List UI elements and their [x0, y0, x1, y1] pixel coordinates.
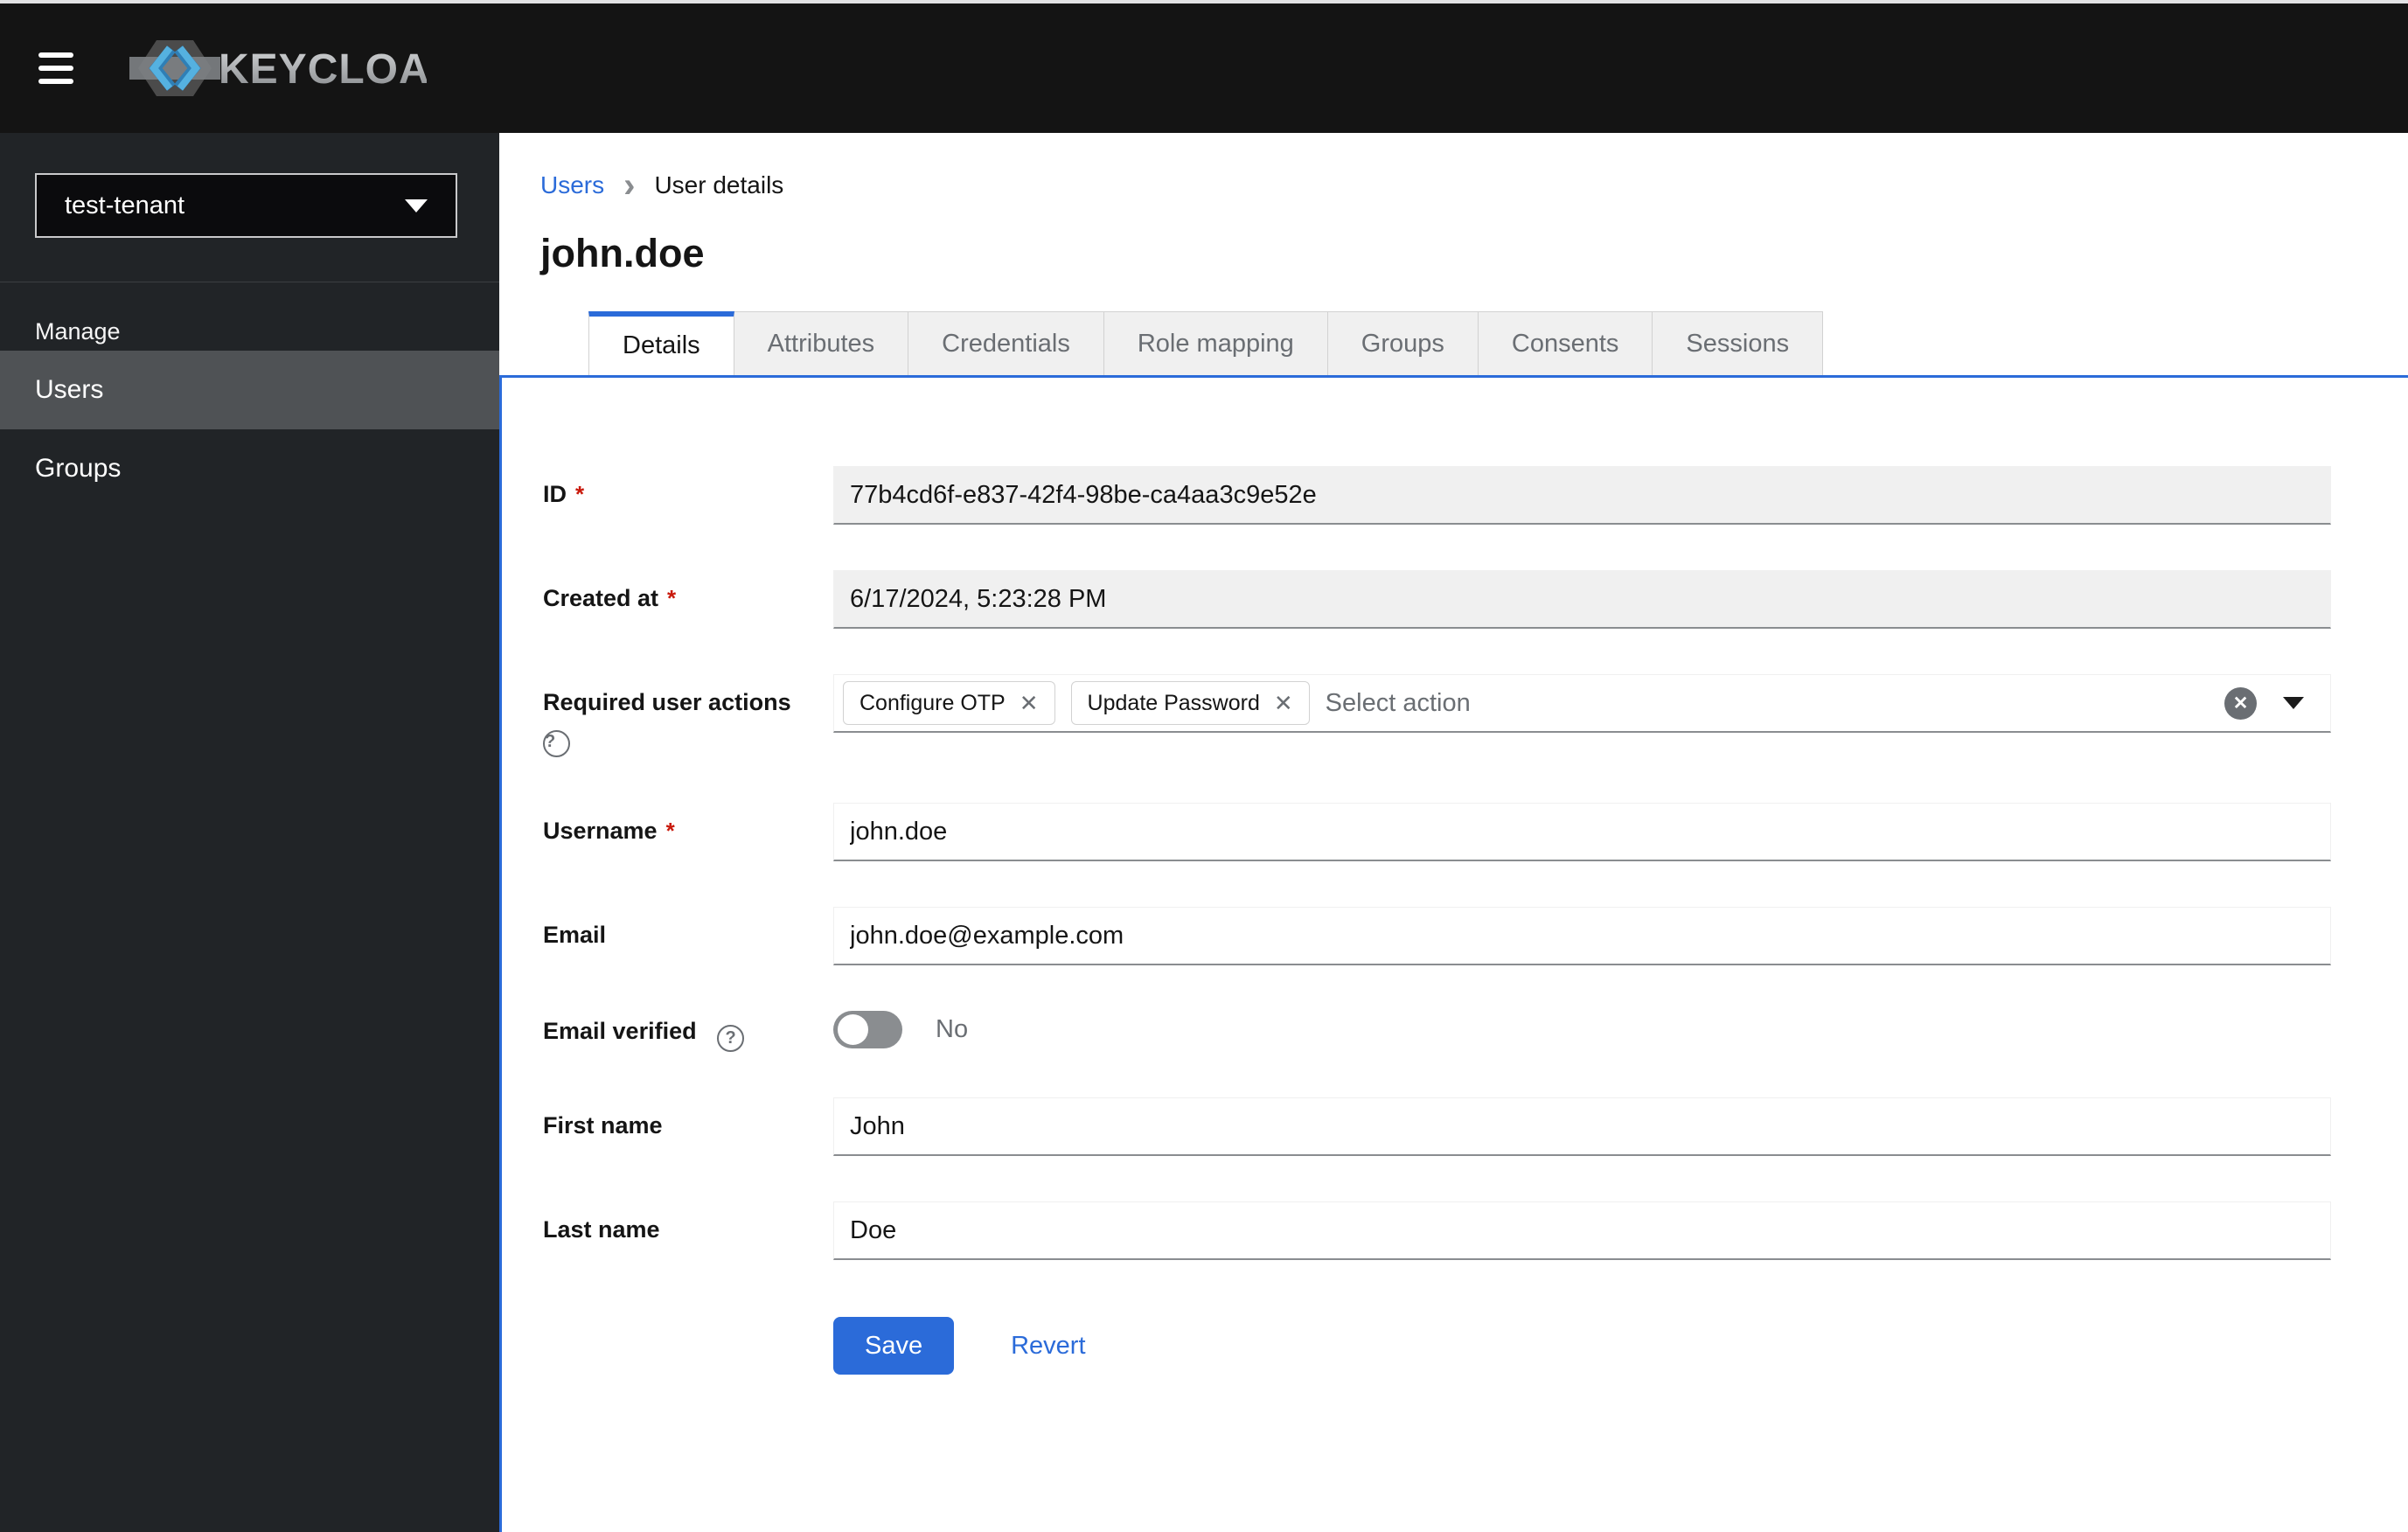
hamburger-icon: [38, 66, 73, 71]
sidebar-nav: Users Groups: [0, 351, 499, 508]
clear-selections-button[interactable]: ✕: [2224, 686, 2257, 720]
form-row-first-name: First name: [543, 1097, 2331, 1156]
required-user-actions-label: Required user actions ?: [543, 674, 833, 757]
tab-sessions[interactable]: Sessions: [1653, 311, 1824, 375]
form-row-required-user-actions: Required user actions ? Configure OTP ✕ …: [543, 674, 2331, 757]
tab-bar: Details Attributes Credentials Role mapp…: [499, 311, 2408, 375]
select-action-input[interactable]: [1325, 688, 2224, 718]
tab-credentials[interactable]: Credentials: [908, 311, 1104, 375]
realm-name: test-tenant: [65, 191, 185, 219]
chip-update-password[interactable]: Update Password ✕: [1070, 681, 1310, 725]
caret-down-icon[interactable]: [2283, 697, 2304, 709]
clear-x-icon: ✕: [2232, 693, 2249, 714]
sidebar-item-label: Users: [35, 375, 104, 404]
form-row-created-at: Created at *: [543, 570, 2331, 629]
tab-attributes[interactable]: Attributes: [734, 311, 909, 375]
tab-label: Attributes: [767, 329, 875, 358]
required-asterisk: *: [667, 585, 677, 611]
chip-close-icon[interactable]: ✕: [1274, 690, 1293, 717]
tab-label: Role mapping: [1137, 329, 1294, 358]
save-button[interactable]: Save: [833, 1317, 955, 1375]
email-verified-toggle[interactable]: [833, 1011, 902, 1048]
required-user-actions-multiselect[interactable]: Configure OTP ✕ Update Password ✕ ✕: [833, 674, 2331, 733]
form-row-id: ID *: [543, 466, 2331, 525]
toggle-state-label: No: [936, 1015, 969, 1043]
chip-close-icon[interactable]: ✕: [1020, 690, 1039, 717]
username-field[interactable]: [833, 803, 2331, 861]
masthead: KEYCLOAK: [0, 3, 2408, 133]
first-name-field[interactable]: [833, 1097, 2331, 1156]
tab-label: Consents: [1511, 329, 1619, 358]
sidebar-item-groups[interactable]: Groups: [0, 429, 499, 508]
main-content: Users › User details john.doe Details At…: [499, 133, 2408, 1532]
chip-label: Configure OTP: [860, 690, 1006, 715]
required-asterisk: *: [665, 818, 675, 844]
help-icon[interactable]: ?: [543, 730, 570, 757]
sidebar: test-tenant Manage Users Groups: [0, 133, 499, 1532]
help-icon[interactable]: ?: [717, 1025, 745, 1052]
chip-label: Update Password: [1087, 690, 1260, 715]
page-title: john.doe: [540, 231, 705, 275]
hamburger-icon: [38, 79, 73, 84]
breadcrumb-current: User details: [654, 171, 784, 198]
breadcrumb: Users › User details: [540, 166, 2408, 205]
created-at-label: Created at *: [543, 585, 677, 611]
chip-configure-otp[interactable]: Configure OTP ✕: [843, 681, 1055, 725]
email-label: Email: [543, 922, 607, 948]
form-actions: Save Revert: [543, 1317, 2331, 1375]
form-row-email: Email: [543, 907, 2331, 965]
nav-section-title: Manage: [35, 317, 121, 345]
revert-button[interactable]: Revert: [1011, 1332, 1085, 1361]
username-label: Username *: [543, 818, 675, 844]
form-row-email-verified: Email verified ? No: [543, 1011, 2331, 1052]
id-label: ID *: [543, 481, 585, 507]
tab-label: Groups: [1361, 329, 1444, 358]
email-verified-label: Email verified ?: [543, 1011, 833, 1052]
sidebar-item-users[interactable]: Users: [0, 351, 499, 429]
sidebar-item-label: Groups: [35, 454, 122, 483]
tab-role-mapping[interactable]: Role mapping: [1103, 311, 1328, 375]
realm-selector[interactable]: test-tenant: [35, 173, 457, 238]
keycloak-logo: KEYCLOAK: [129, 38, 427, 99]
caret-down-icon: [405, 198, 428, 212]
breadcrumb-chevron-icon: ›: [623, 166, 636, 205]
tab-consents[interactable]: Consents: [1478, 311, 1653, 375]
tab-label: Details: [623, 331, 700, 359]
hamburger-icon: [38, 52, 73, 58]
brand-text: KEYCLOAK: [219, 46, 427, 93]
details-tab-panel: ID* Created at* Required user actions ? …: [499, 375, 2408, 1532]
tab-label: Sessions: [1686, 329, 1790, 358]
form-row-last-name: Last name: [543, 1201, 2331, 1260]
email-verified-toggle-wrap: No: [833, 1011, 2331, 1048]
form-row-username: Username *: [543, 803, 2331, 861]
keycloak-admin-screen: KEYCLOAK test-tenant Manage Users Groups…: [0, 0, 2408, 1532]
email-field[interactable]: [833, 907, 2331, 965]
tab-label: Credentials: [942, 329, 1070, 358]
breadcrumb-users-link[interactable]: Users: [540, 171, 604, 199]
tab-groups[interactable]: Groups: [1327, 311, 1479, 375]
id-field: [833, 466, 2331, 525]
keycloak-logo-graphic: KEYCLOAK: [129, 40, 427, 96]
first-name-label: First name: [543, 1112, 663, 1139]
required-asterisk: *: [575, 481, 585, 507]
hamburger-menu-button[interactable]: [38, 47, 80, 89]
toggle-knob: [838, 1014, 868, 1045]
last-name-label: Last name: [543, 1216, 660, 1243]
tab-details[interactable]: Details: [588, 311, 734, 375]
last-name-field[interactable]: [833, 1201, 2331, 1260]
created-at-field: [833, 570, 2331, 629]
